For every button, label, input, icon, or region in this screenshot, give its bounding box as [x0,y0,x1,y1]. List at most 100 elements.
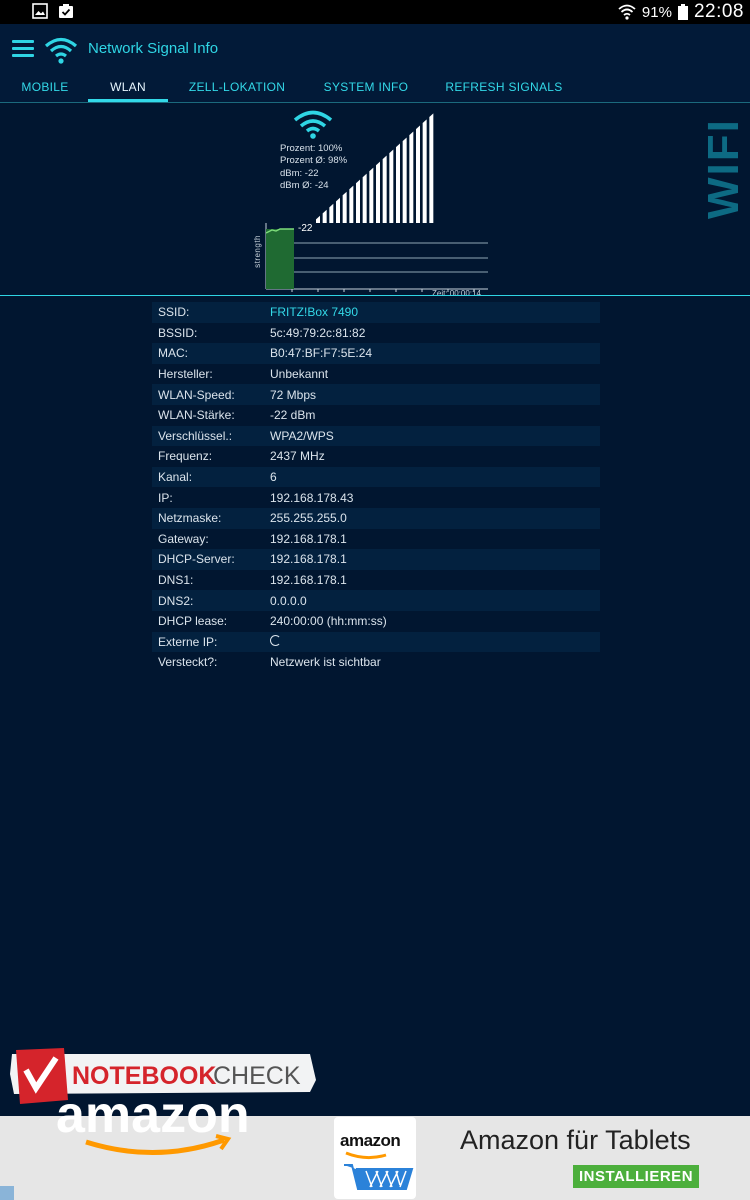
clock: 22:08 [693,1,744,22]
info-label: IP: [158,490,173,505]
tab-refresh-signals[interactable]: REFRESH SIGNALS [442,74,566,102]
info-label: MAC: [158,346,188,361]
info-value: 6 [270,470,277,485]
info-row: Netzmaske: 255.255.255.0 [152,507,600,529]
ad-install-button[interactable]: INSTALLIEREN [573,1165,699,1188]
info-row: Verschlüssel.: WPA2/WPS [152,425,600,447]
info-label: WLAN-Stärke: [158,408,235,423]
screen: 91% 22:08 Network Signal Info MOBILE WLA… [0,0,750,1200]
info-label: BSSID: [158,325,198,340]
tab-mobile[interactable]: MOBILE [14,74,76,102]
signal-bar [369,167,374,223]
info-row: DNS1: 192.168.178.1 [152,569,600,591]
signal-bar [416,125,420,223]
tab-bar: MOBILE WLAN ZELL-LOKATION SYSTEM INFO RE… [0,74,750,103]
info-value: FRITZ!Box 7490 [270,305,359,320]
info-value: 255.255.255.0 [270,511,347,526]
signal-bar [349,185,354,223]
graph-current-value: -22 [298,223,313,234]
info-label: Hersteller: [158,367,213,382]
info-value: 72 Mbps [270,387,317,402]
info-value [270,634,281,649]
info-value: 192.168.178.1 [270,573,347,588]
info-label: DNS1: [158,573,194,588]
ad-app-icon[interactable]: amazon [334,1117,416,1199]
info-label: DHCP lease: [158,614,228,629]
signal-bar [429,113,434,223]
info-label: Frequenz: [158,449,213,464]
info-value: 192.168.178.1 [270,531,347,546]
signal-bar [389,149,394,223]
info-value: Netzwerk ist sichtbar [270,655,381,670]
info-label: Gateway: [158,531,209,546]
info-label: SSID: [158,305,190,320]
info-label: Netzmaske: [158,511,222,526]
info-value: Unbekannt [270,367,329,382]
info-label: Externe IP: [158,634,218,649]
signal-bar [402,137,407,223]
info-label: Verschlüssel.: [158,428,233,443]
ad-title: Amazon für Tablets [460,1125,691,1155]
ad-card-brand: amazon [340,1131,401,1150]
info-row: Kanal: 6 [152,466,600,488]
info-value: 2437 MHz [270,449,325,464]
active-tab-indicator [88,99,168,102]
signal-bar [362,173,367,223]
info-value: 0.0.0.0 [270,593,307,608]
signal-bar [409,131,414,223]
graph-y-axis-label: strength [253,235,262,268]
info-row: Versteckt?: Netzwerk ist sichtbar [152,652,600,673]
info-row: Hersteller: Unbekannt [152,363,600,385]
tab-zell-lokation[interactable]: ZELL-LOKATION [182,74,292,102]
tab-wlan[interactable]: WLAN [88,74,168,102]
battery-percentage: 91% [641,3,672,21]
app-wifi-logo-icon [44,37,78,64]
info-value: WPA2/WPS [270,428,334,443]
info-row: MAC: B0:47:BF:F7:5E:24 [152,343,600,364]
info-value: -22 dBm [270,408,316,423]
signal-bar [356,179,360,223]
signal-history-fill [266,229,294,289]
gallery-notification-icon [32,3,48,19]
signal-panel: Prozent: 100% Prozent Ø: 98% dBm: -22 dB… [0,103,750,298]
app-title: Network Signal Info [88,40,219,57]
info-row: Gateway: 192.168.178.1 [152,528,600,550]
task-check-icon [59,4,73,18]
info-row: SSID: FRITZ!Box 7490 [152,302,600,323]
info-row: DHCP-Server: 192.168.178.1 [152,549,600,570]
signal-bar [382,155,387,223]
info-row: Frequenz: 2437 MHz [152,446,600,467]
shopping-cart-icon [344,1151,414,1190]
status-bar: 91% 22:08 [0,0,750,24]
signal-history-graph [265,223,488,292]
wifi-status-icon [618,4,636,20]
signal-bar [342,191,347,223]
info-row: Externe IP: [152,631,600,653]
wifi-vertical-label: WIFI [699,118,748,219]
tab-system-info[interactable]: SYSTEM INFO [318,74,414,102]
info-value: B0:47:BF:F7:5E:24 [270,346,373,361]
network-info-table: SSID: FRITZ!Box 7490 BSSID: 5c:49:79:2c:81:… [152,302,600,673]
app-bar: Network Signal Info [0,24,750,74]
info-label: Kanal: [158,470,193,485]
ad-choices-icon[interactable] [0,1186,14,1200]
graph-x-axis-label: Zeit: 00:00:14 [432,289,481,298]
info-row: WLAN-Stärke: -22 dBm [152,404,600,426]
signal-bar [336,197,340,223]
loading-spinner-icon [270,634,281,646]
info-row: IP: 192.168.178.43 [152,487,600,508]
info-row: DNS2: 0.0.0.0 [152,590,600,611]
info-label: DNS2: [158,593,194,608]
info-value: 5c:49:79:2c:81:82 [270,325,366,340]
info-label: Versteckt?: [158,655,218,670]
battery-icon [677,4,688,20]
signal-bar [422,119,427,223]
hamburger-menu-icon[interactable] [12,40,34,58]
info-row: WLAN-Speed: 72 Mbps [152,384,600,405]
info-value: 240:00:00 (hh:mm:ss) [270,614,387,629]
signal-strength-bars [316,113,434,223]
info-value: 192.168.178.43 [270,490,354,505]
info-label: WLAN-Speed: [158,387,235,402]
signal-bar [396,143,400,223]
ad-amazon-wordmark[interactable]: amazon [56,1086,296,1162]
